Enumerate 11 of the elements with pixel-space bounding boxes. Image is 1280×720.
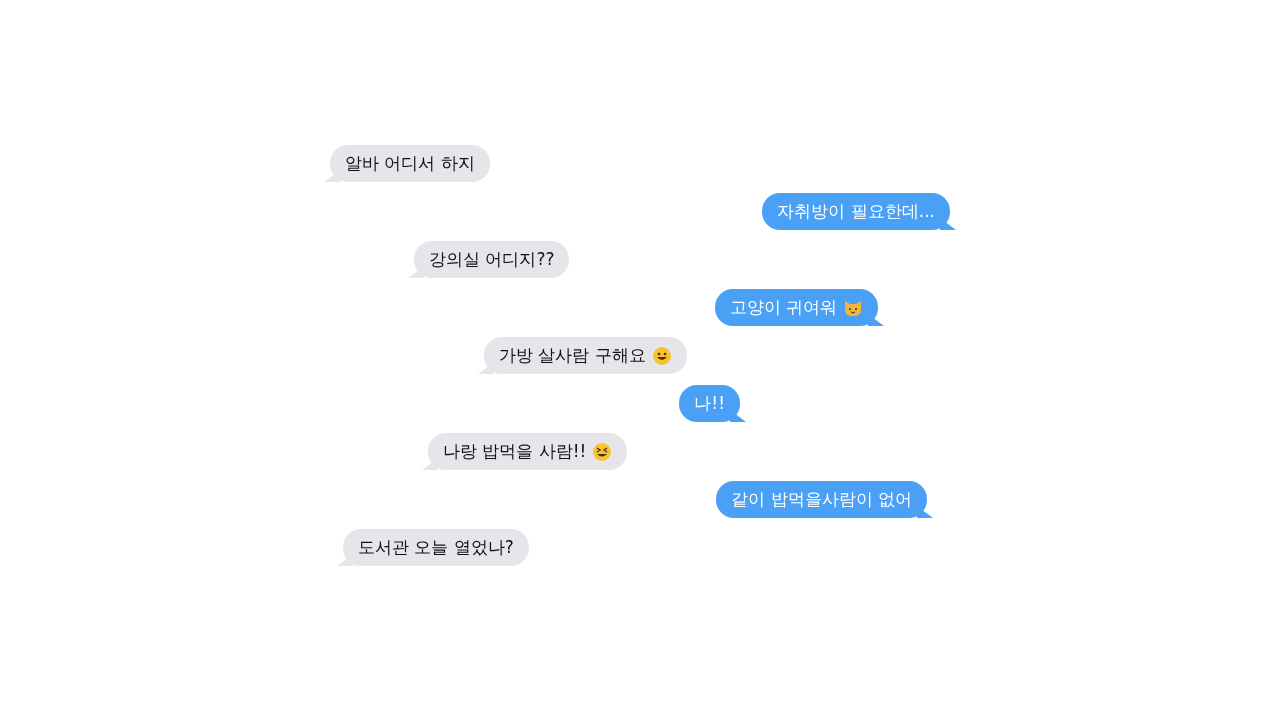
laughing-face-icon bbox=[592, 441, 613, 462]
message-bubble: 자취방이 필요한데... bbox=[762, 193, 950, 230]
message-bubble: 나랑 밥먹을 사람!! bbox=[428, 433, 628, 470]
message-bubble: 나!! bbox=[679, 385, 740, 422]
message-bubble: 같이 밥먹을사람이 없어 bbox=[716, 481, 927, 518]
message-bubble: 알바 어디서 하지 bbox=[330, 145, 490, 182]
smiley-icon bbox=[651, 345, 672, 366]
message-bubble: 강의실 어디지?? bbox=[414, 241, 570, 278]
message-bubble: 가방 살사람 구해요 bbox=[484, 337, 687, 374]
message-bubble: 도서관 오늘 열었나? bbox=[343, 529, 529, 566]
message-bubble: 고양이 귀여워 bbox=[714, 289, 878, 326]
